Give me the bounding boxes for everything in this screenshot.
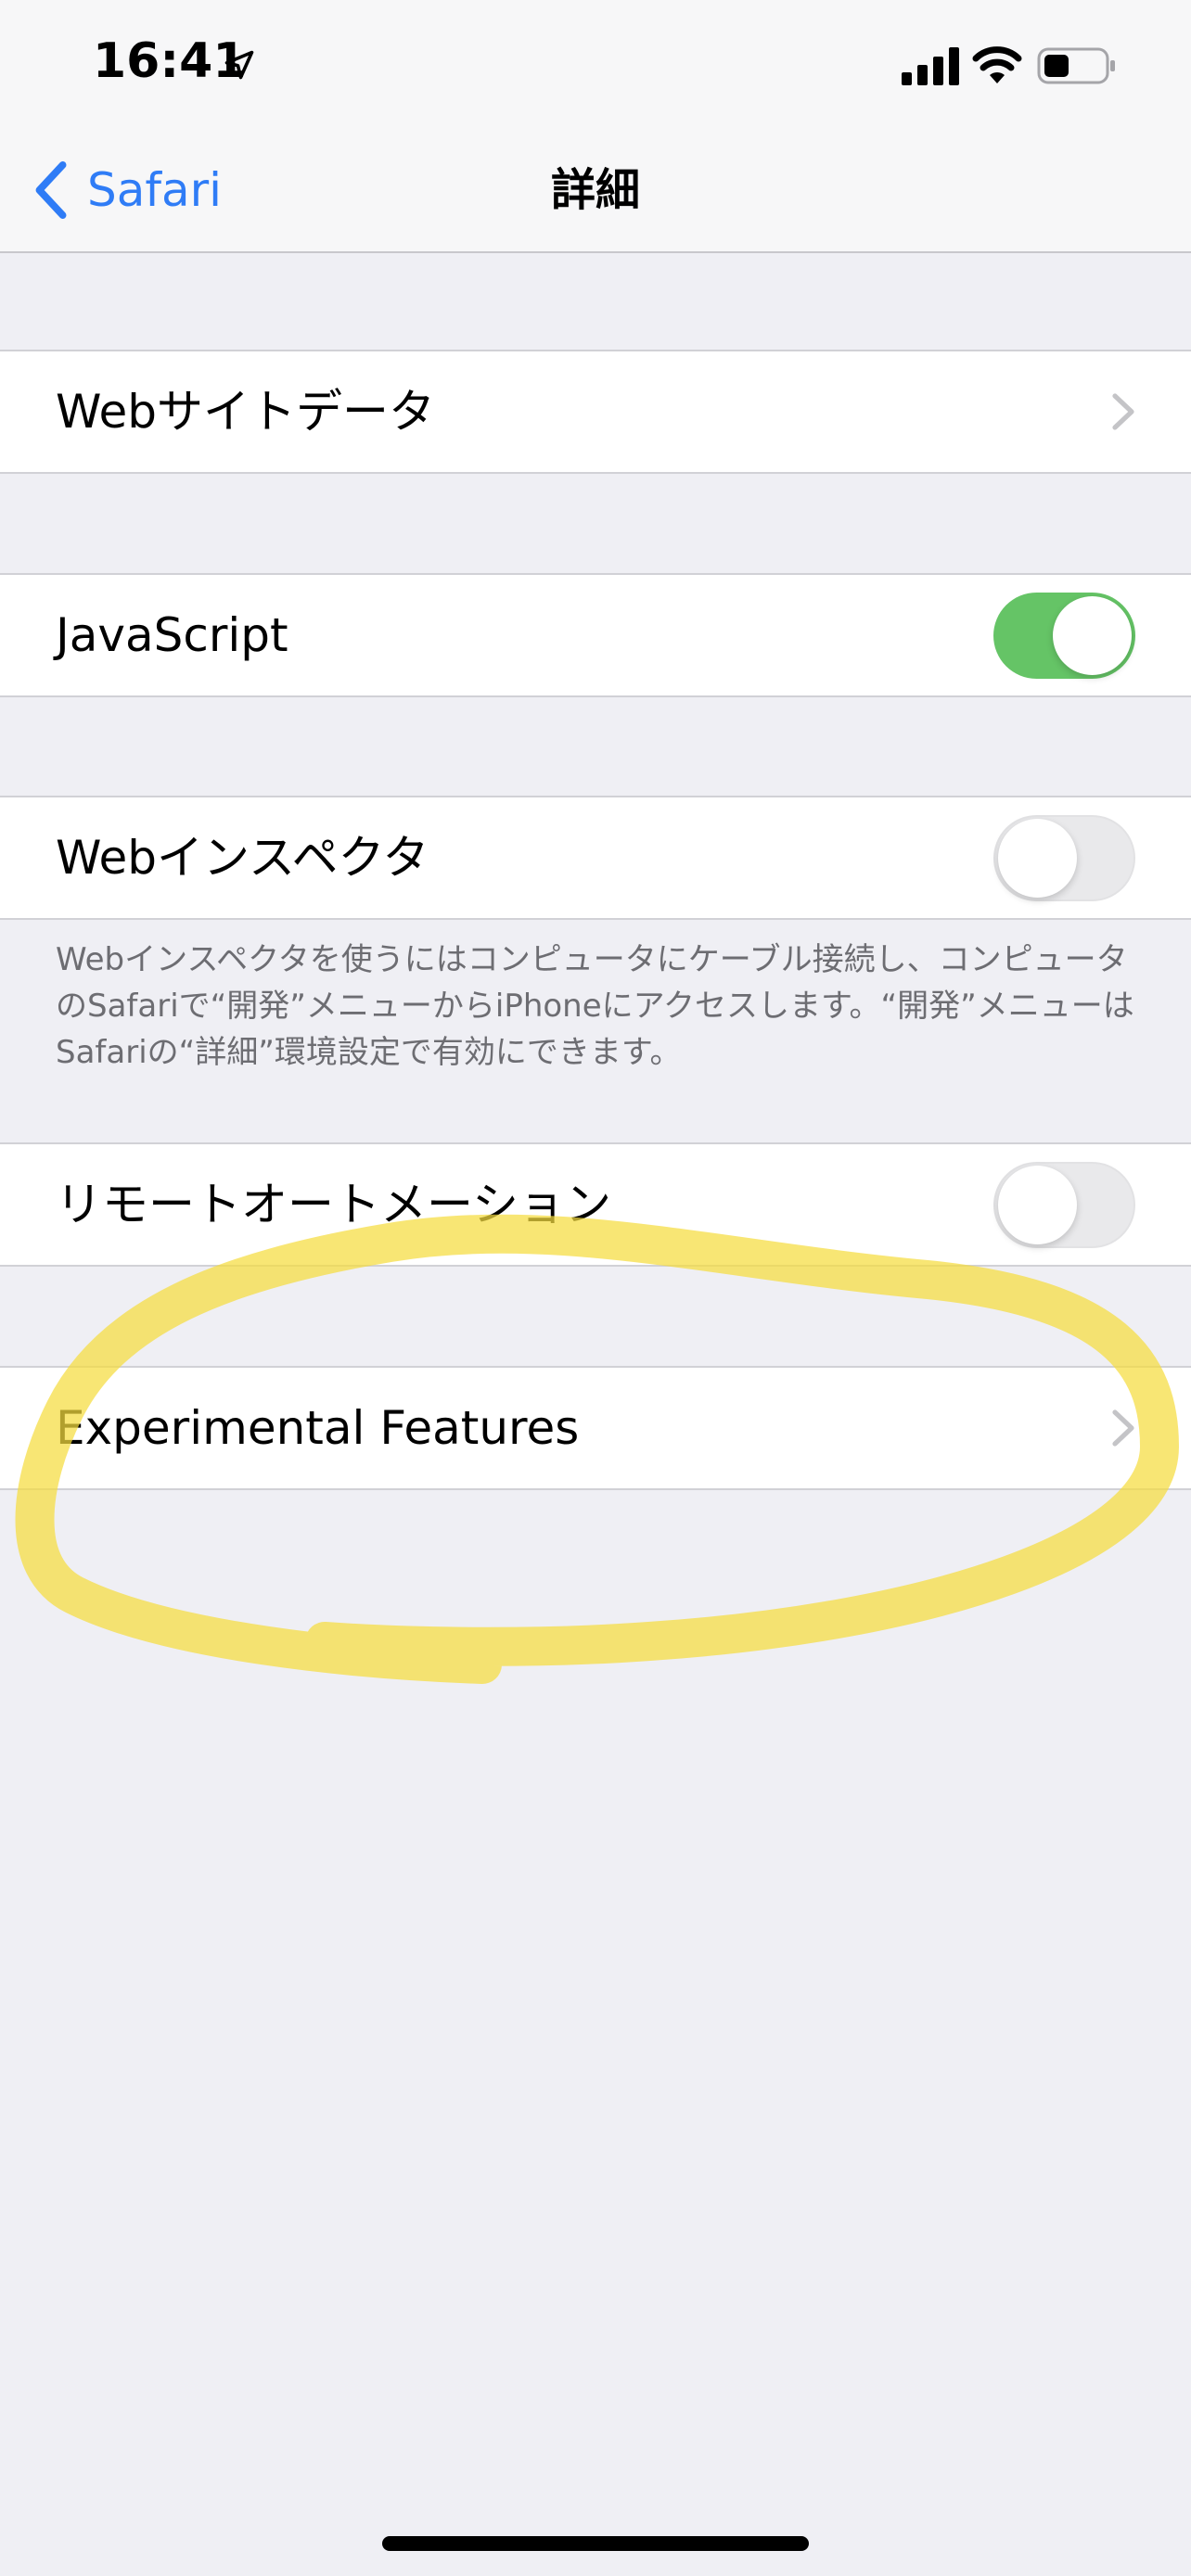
toggle-knob xyxy=(1053,596,1132,675)
chevron-right-icon xyxy=(1112,1409,1134,1447)
javascript-label: JavaScript xyxy=(56,608,288,662)
toggle-knob xyxy=(998,819,1077,898)
signal-icon xyxy=(902,47,959,85)
wifi-icon xyxy=(972,46,1022,83)
javascript-row: JavaScript xyxy=(0,573,1191,697)
javascript-toggle[interactable] xyxy=(993,593,1135,679)
navigation-bar: 16:41 Safari 詳細 xyxy=(0,0,1191,253)
remote-automation-label: リモートオートメーション xyxy=(56,1178,611,1231)
website-data-label: Webサイトデータ xyxy=(56,385,436,439)
web-inspector-footnote: Webインスペクタを使うにはコンピュータにケーブル接続し、コンピュータのSafa… xyxy=(56,941,1134,1071)
remote-automation-toggle[interactable] xyxy=(993,1162,1135,1248)
home-indicator xyxy=(382,2536,809,2551)
toggle-knob xyxy=(998,1166,1077,1244)
web-inspector-toggle[interactable] xyxy=(993,815,1135,901)
page-title: 詳細 xyxy=(550,164,640,216)
experimental-features-label: Experimental Features xyxy=(56,1401,580,1455)
location-arrow-icon xyxy=(224,50,254,80)
web-inspector-label: Webインスペクタ xyxy=(56,831,429,885)
remote-automation-row: リモートオートメーション xyxy=(0,1142,1191,1267)
experimental-features-row[interactable]: Experimental Features xyxy=(0,1366,1191,1490)
chevron-right-icon xyxy=(1112,393,1134,430)
web-inspector-row: Webインスペクタ xyxy=(0,796,1191,920)
website-data-row[interactable]: Webサイトデータ xyxy=(0,350,1191,474)
battery-icon xyxy=(1037,47,1115,84)
